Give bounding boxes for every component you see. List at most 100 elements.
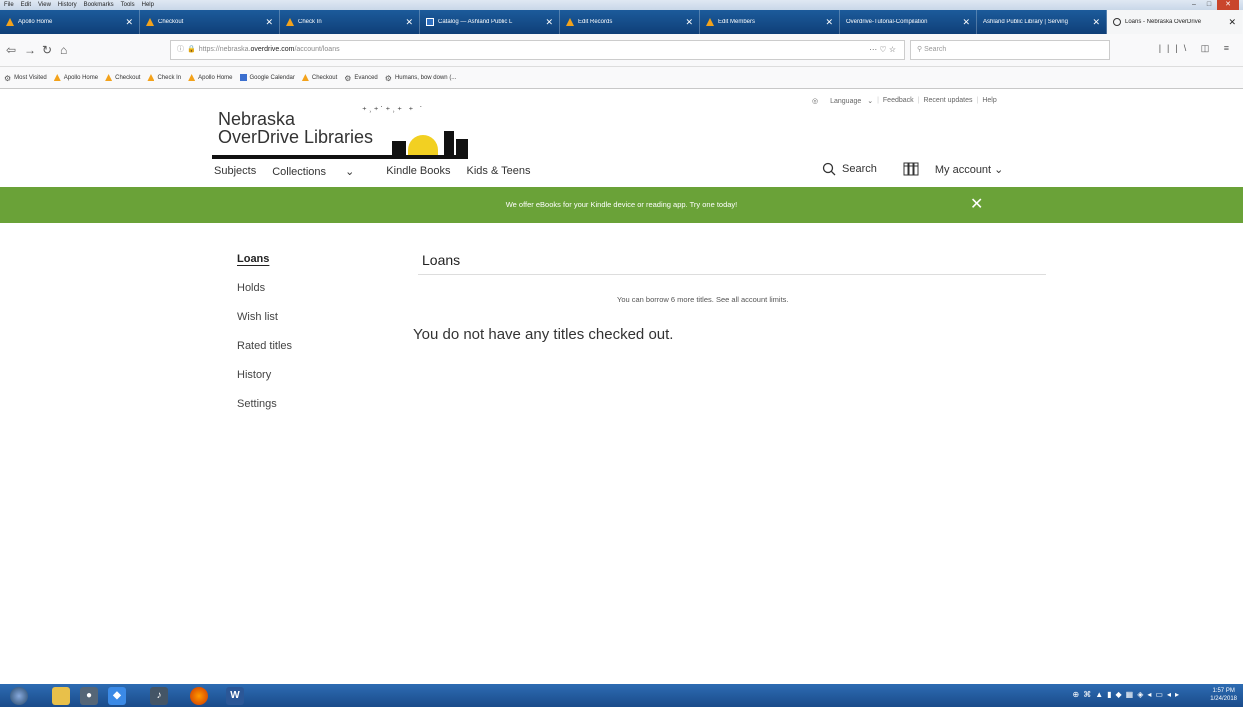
bookmark-item[interactable]: ⚙ Humans, bow down (... xyxy=(384,74,457,83)
bookmark-item[interactable]: Apollo Home xyxy=(188,74,233,81)
bookmark-item[interactable]: Checkout xyxy=(105,74,140,81)
tab-label: Ashland Public Library | Serving xyxy=(983,19,1068,25)
tab-favicon-icon xyxy=(1113,18,1121,26)
taskbar: ● ◆ ♪ W ⊕⌘▲▮◆▦◈◂▭◂▸ 1:57 PM 1/24/2018 xyxy=(0,684,1243,707)
menu-edit[interactable]: Edit xyxy=(21,2,31,8)
gear-icon: ⚙ xyxy=(384,74,392,83)
nav-subjects[interactable]: Subjects xyxy=(214,165,256,178)
tab-close-icon[interactable]: ✕ xyxy=(545,17,553,28)
url-prefix: https://nebraska. xyxy=(198,46,251,53)
forward-arrow-icon[interactable]: → xyxy=(24,43,36,57)
side-item-wish-list[interactable]: Wish list xyxy=(237,311,292,340)
clock-time: 1:57 PM xyxy=(1212,688,1235,694)
close-icon[interactable]: ✕ xyxy=(970,187,983,223)
back-arrow-icon[interactable]: ⇦ xyxy=(6,43,16,57)
system-clock[interactable]: 1:57 PM 1/24/2018 xyxy=(1210,687,1237,703)
language-link[interactable]: Language ⌄ xyxy=(826,97,873,105)
menu-history[interactable]: History xyxy=(58,2,77,8)
account-nav: Search My account ⌄ xyxy=(822,162,1003,176)
browser-tab[interactable]: Apollo Home ✕ xyxy=(0,10,140,34)
menu-help[interactable]: Help xyxy=(142,2,154,8)
feedback-link[interactable]: Feedback xyxy=(883,97,914,105)
url-host: overdrive.com xyxy=(250,46,295,53)
media-player-icon[interactable]: ♪ xyxy=(150,687,168,705)
browser-tab[interactable]: Catalog — Ashland Public L ✕ xyxy=(420,10,560,34)
menu-bookmarks[interactable]: Bookmarks xyxy=(84,2,114,8)
nav-collections[interactable]: Collections ⌄ xyxy=(272,165,370,178)
tab-close-icon[interactable]: ✕ xyxy=(265,17,273,28)
browser-tab[interactable]: Loans - Nebraska OverDrive ✕ xyxy=(1107,10,1243,34)
minimize-icon[interactable]: – xyxy=(1187,0,1201,10)
bookmark-favicon-icon xyxy=(188,74,196,81)
my-account-menu[interactable]: My account ⌄ xyxy=(935,163,1004,176)
navigation-bar: ⇦ → ↻ ⌂ ⓘ 🔒 https://nebraska.overdrive.com… xyxy=(0,34,1243,67)
start-button-icon[interactable] xyxy=(10,687,28,705)
browser-tab[interactable]: Checkout ✕ xyxy=(140,10,280,34)
tab-close-icon[interactable]: ✕ xyxy=(825,17,833,28)
site-logo[interactable]: ⁺˒⁺˙⁺˒⁺ ⁺ ˙ Nebraska OverDrive Libraries xyxy=(212,105,472,165)
account-limits-link[interactable]: See all account limits. xyxy=(716,295,789,304)
browser-tab[interactable]: Edit Members ✕ xyxy=(700,10,840,34)
bookmark-label: Checkout xyxy=(115,74,141,81)
side-item-holds[interactable]: Holds xyxy=(237,282,292,311)
tab-favicon-icon xyxy=(146,18,154,26)
window-close-icon[interactable]: ✕ xyxy=(1217,0,1239,10)
user-icon[interactable]: ● xyxy=(80,687,98,705)
help-link[interactable]: Help xyxy=(982,97,996,105)
bookmark-item[interactable]: Google Calendar xyxy=(239,74,295,81)
bookmark-item[interactable]: Checkout xyxy=(301,74,337,81)
menu-view[interactable]: View xyxy=(38,2,51,8)
globe-icon: ◎ xyxy=(812,98,819,105)
library-sidebar-menu-icons[interactable]: |||\ ◫ ≡ xyxy=(1159,43,1235,54)
recent-updates-link[interactable]: Recent updates xyxy=(923,97,972,105)
bookmark-item[interactable]: Check In xyxy=(147,74,181,81)
bookmark-item[interactable]: ⚙ Evanced xyxy=(344,74,378,83)
file-explorer-icon[interactable] xyxy=(52,687,70,705)
side-item-rated-titles[interactable]: Rated titles xyxy=(237,340,292,369)
tab-label: Catalog — Ashland Public L xyxy=(438,19,513,25)
url-bar[interactable]: ⓘ 🔒 https://nebraska.overdrive.com/account… xyxy=(170,40,905,60)
tab-favicon-icon xyxy=(706,18,714,26)
browser-tab[interactable]: Edit Records ✕ xyxy=(560,10,700,34)
reload-icon[interactable]: ↻ xyxy=(42,43,52,57)
bookmark-item[interactable]: ⚙ Most Visited xyxy=(4,74,47,83)
menu-bar: File Edit View History Bookmarks Tools H… xyxy=(0,0,1243,10)
bookmark-item[interactable]: Apollo Home xyxy=(53,74,98,81)
home-icon[interactable]: ⌂ xyxy=(60,43,67,57)
tab-close-icon[interactable]: ✕ xyxy=(1092,17,1100,28)
tab-close-icon[interactable]: ✕ xyxy=(685,17,693,28)
browser-tab[interactable]: Overdrive-Tutorial-Compilation ✕ xyxy=(840,10,977,34)
menu-file[interactable]: File xyxy=(4,2,14,8)
side-item-loans[interactable]: Loans xyxy=(237,253,292,282)
info-icon[interactable]: ⓘ xyxy=(177,46,184,53)
system-tray-icons[interactable]: ⊕⌘▲▮◆▦◈◂▭◂▸ xyxy=(1073,690,1184,699)
word-icon[interactable]: W xyxy=(226,687,244,705)
maximize-icon[interactable]: □ xyxy=(1202,0,1216,10)
browser-tab[interactable]: Ashland Public Library | Serving ✕ xyxy=(977,10,1107,34)
firefox-icon[interactable] xyxy=(190,687,208,705)
side-item-history[interactable]: History xyxy=(237,369,292,398)
nav-kids-teens[interactable]: Kids & Teens xyxy=(467,165,531,178)
clock-date: 1/24/2018 xyxy=(1210,696,1237,702)
tab-close-icon[interactable]: ✕ xyxy=(962,17,970,28)
bookmark-label: Evanced xyxy=(354,74,378,81)
skyline-ground xyxy=(212,155,468,159)
search-placeholder: Search xyxy=(924,46,947,53)
bookmark-label: Apollo Home xyxy=(198,74,233,81)
browser-tab[interactable]: Check In ✕ xyxy=(280,10,420,34)
window-controls: – □ ✕ xyxy=(1186,0,1239,10)
menu-tools[interactable]: Tools xyxy=(121,2,135,8)
tab-close-icon[interactable]: ✕ xyxy=(125,17,133,28)
tab-strip: Apollo Home ✕ Checkout ✕ Check In ✕ Catalog — … xyxy=(0,10,1243,34)
bookmark-favicon-icon xyxy=(53,74,61,81)
side-item-settings[interactable]: Settings xyxy=(237,398,292,427)
nav-kindle-books[interactable]: Kindle Books xyxy=(386,165,450,178)
books-icon[interactable] xyxy=(903,162,919,176)
search-button[interactable]: Search xyxy=(842,163,877,175)
browser-search-input[interactable]: ⚲ Search xyxy=(910,40,1110,60)
tab-close-icon[interactable]: ✕ xyxy=(405,17,413,28)
dropbox-icon[interactable]: ◆ xyxy=(108,687,126,705)
page-actions-icon[interactable]: ··· ♡ ☆ xyxy=(869,41,896,59)
tab-close-icon[interactable]: ✕ xyxy=(1228,17,1236,28)
bookmark-favicon-icon xyxy=(301,74,309,81)
